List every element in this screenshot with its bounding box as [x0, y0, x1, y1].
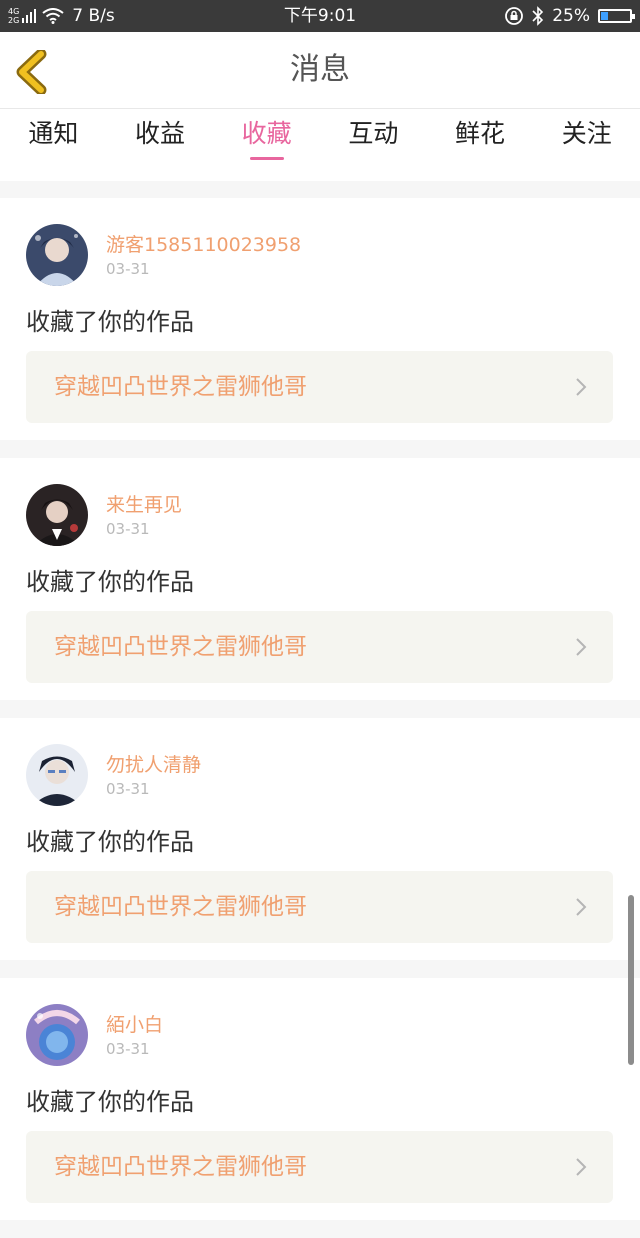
- tab-interactions[interactable]: 互动: [320, 109, 427, 181]
- timestamp: 03-31: [106, 780, 150, 798]
- network-type: 4G 2G: [8, 7, 19, 25]
- tab-favorites[interactable]: 收藏: [213, 109, 320, 181]
- chevron-right-icon: [576, 898, 587, 916]
- action-text: 收藏了你的作品: [26, 568, 194, 596]
- chevron-right-icon: [576, 638, 587, 656]
- action-text: 收藏了你的作品: [26, 1088, 194, 1116]
- avatar[interactable]: [26, 484, 88, 546]
- header: 消息: [0, 32, 640, 109]
- scrollbar[interactable]: [628, 895, 634, 1065]
- timestamp: 03-31: [106, 520, 150, 538]
- list-item: 勿扰人清静 03-31 收藏了你的作品 穿越凹凸世界之雷狮他哥: [0, 718, 640, 960]
- tab-notifications[interactable]: 通知: [0, 109, 107, 181]
- list-item: 来生再见 03-31 收藏了你的作品 穿越凹凸世界之雷狮他哥: [0, 458, 640, 700]
- action-text: 收藏了你的作品: [26, 308, 194, 336]
- page-title: 消息: [290, 52, 350, 87]
- avatar[interactable]: [26, 1004, 88, 1066]
- avatar[interactable]: [26, 744, 88, 806]
- list-item: 絔小白 03-31 收藏了你的作品 穿越凹凸世界之雷狮他哥: [0, 978, 640, 1220]
- signal-icon: [22, 9, 37, 23]
- work-title: 穿越凹凸世界之雷狮他哥: [54, 1154, 307, 1180]
- network-type-bottom: 2G: [8, 16, 20, 25]
- network-speed: 7 B/s: [72, 6, 115, 26]
- work-link[interactable]: 穿越凹凸世界之雷狮他哥: [26, 611, 613, 683]
- username[interactable]: 勿扰人清静: [106, 750, 201, 777]
- work-link[interactable]: 穿越凹凸世界之雷狮他哥: [26, 351, 613, 423]
- tab-bar: 通知 收益 收藏 互动 鲜花 关注: [0, 109, 640, 181]
- network-type-top: 4G: [8, 7, 20, 16]
- work-link[interactable]: 穿越凹凸世界之雷狮他哥: [26, 871, 613, 943]
- work-link[interactable]: 穿越凹凸世界之雷狮他哥: [26, 1131, 613, 1203]
- work-title: 穿越凹凸世界之雷狮他哥: [54, 634, 307, 660]
- rotation-lock-icon: [505, 7, 524, 25]
- list-item: 游客1585110023958 03-31 收藏了你的作品 穿越凹凸世界之雷狮他…: [0, 198, 640, 440]
- chevron-right-icon: [576, 1158, 587, 1176]
- wifi-icon: [42, 8, 64, 24]
- action-text: 收藏了你的作品: [26, 828, 194, 856]
- battery-icon: [598, 9, 635, 23]
- tab-follows[interactable]: 关注: [533, 109, 640, 181]
- tab-earnings[interactable]: 收益: [107, 109, 214, 181]
- status-left: 4G 2G 7 B/s: [8, 0, 115, 32]
- tab-flowers[interactable]: 鲜花: [427, 109, 534, 181]
- username[interactable]: 来生再见: [106, 490, 182, 517]
- status-right: 25%: [504, 0, 635, 32]
- bluetooth-icon: [532, 6, 544, 26]
- back-arrow-icon[interactable]: [14, 50, 54, 94]
- timestamp: 03-31: [106, 260, 150, 278]
- avatar[interactable]: [26, 224, 88, 286]
- chevron-right-icon: [576, 378, 587, 396]
- message-list: 游客1585110023958 03-31 收藏了你的作品 穿越凹凸世界之雷狮他…: [0, 198, 640, 1238]
- battery-percent: 25%: [552, 6, 590, 26]
- timestamp: 03-31: [106, 1040, 150, 1058]
- work-title: 穿越凹凸世界之雷狮他哥: [54, 374, 307, 400]
- status-bar: 4G 2G 7 B/s 下午9:01 25%: [0, 0, 640, 32]
- username[interactable]: 游客1585110023958: [106, 230, 301, 257]
- work-title: 穿越凹凸世界之雷狮他哥: [54, 894, 307, 920]
- username[interactable]: 絔小白: [106, 1010, 163, 1037]
